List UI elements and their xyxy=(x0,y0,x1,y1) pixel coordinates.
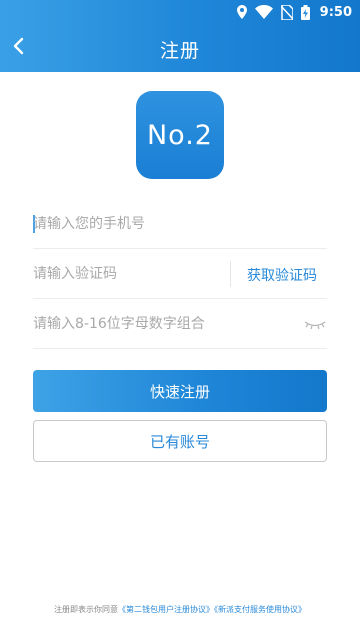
battery-charging-icon xyxy=(300,4,310,20)
phone-field xyxy=(33,199,327,249)
page-title: 注册 xyxy=(159,40,200,62)
eye-closed-icon[interactable] xyxy=(303,316,327,332)
register-button[interactable]: 快速注册 xyxy=(33,370,327,412)
password-input[interactable] xyxy=(33,299,327,348)
agreement-prefix: 注册即表示你同意 xyxy=(54,605,118,614)
code-field: 获取验证码 xyxy=(33,249,327,299)
divider xyxy=(230,261,231,287)
no-sim-icon xyxy=(280,4,293,20)
app-logo: No.2 xyxy=(136,91,224,179)
status-icons: 9:50 xyxy=(236,3,352,21)
wifi-icon xyxy=(254,5,273,19)
user-agreement-link[interactable]: 《第二钱包用户注册协议》 xyxy=(118,605,214,614)
status-time: 9:50 xyxy=(319,4,352,20)
agreement-footer: 注册即表示你同意《第二钱包用户注册协议》《新派支付服务使用协议》 xyxy=(0,604,360,615)
logo-text: No.2 xyxy=(146,119,213,151)
get-code-button[interactable]: 获取验证码 xyxy=(235,265,317,285)
app-header: 9:50 注册 xyxy=(0,0,360,72)
location-icon xyxy=(236,5,247,19)
phone-input[interactable] xyxy=(33,199,327,248)
status-bar: 9:50 xyxy=(0,0,360,25)
payment-agreement-link[interactable]: 《新派支付服务使用协议》 xyxy=(214,605,306,614)
password-field xyxy=(33,299,327,349)
have-account-button[interactable]: 已有账号 xyxy=(33,420,327,462)
